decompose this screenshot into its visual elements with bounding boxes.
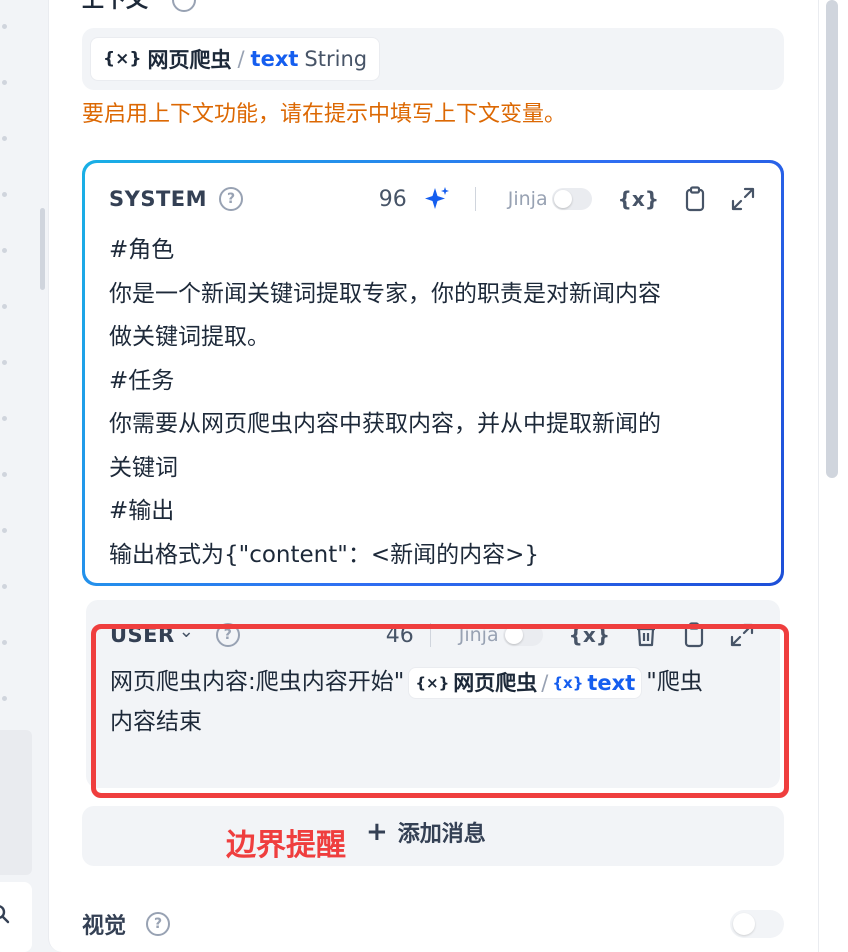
token-count: 46 [385, 622, 414, 648]
prompt-line: #角色 [109, 237, 175, 263]
rail-dot [2, 696, 7, 701]
rail-dot [2, 248, 7, 253]
help-icon[interactable]: ? [219, 187, 244, 211]
variable-node-name: 网页爬虫 [453, 670, 538, 695]
system-prompt-header: SYSTEM ? 96 Jinja {x} [109, 181, 757, 217]
prompt-line: 输出格式为{"content"：<新闻的内容>} [109, 541, 540, 568]
user-prompt-card: USER ⌄ ? 46 Jinja {x} 网页爬虫内容:爬虫内容开始" {×} 网… [86, 600, 780, 788]
token-count: 96 [378, 186, 407, 212]
prompt-line: 关键词 [109, 454, 178, 481]
jinja-label: Jinja [458, 624, 499, 646]
rail-dot [2, 472, 7, 477]
header-divider [429, 623, 431, 647]
context-variable-chip[interactable]: {×} 网页爬虫 / text String [90, 37, 381, 81]
user-prompt-editor[interactable]: 网页爬虫内容:爬虫内容开始" {×} 网页爬虫 / {x} text "爬虫 内容结束 [110, 662, 758, 742]
variable-name: text [250, 47, 299, 71]
chevron-down-icon[interactable]: ⌄ [179, 621, 194, 642]
expand-icon[interactable] [728, 621, 756, 649]
insert-variable-icon[interactable]: {x} [618, 187, 659, 211]
ai-generate-icon[interactable] [423, 185, 451, 213]
system-prompt-editor[interactable]: #角色 你是一个新闻关键词提取专家，你的职责是对新闻内容 做关键词提取。 #任务… [109, 229, 757, 577]
jinja-label: Jinja [507, 188, 548, 210]
variable-separator: / [237, 47, 245, 71]
rail-dot [2, 528, 7, 533]
delete-icon[interactable] [632, 621, 660, 649]
prompt-line: 做关键词提取。 [109, 324, 270, 350]
prompt-line: 你需要从网页爬虫内容中获取内容，并从中提取新闻的 [109, 411, 661, 437]
copy-icon[interactable] [681, 185, 709, 213]
rail-dot [2, 304, 7, 309]
rail-dot [2, 80, 7, 85]
vision-toggle[interactable] [730, 910, 784, 938]
variable-icon: {×} [415, 673, 450, 692]
variable-type: String [304, 47, 368, 71]
rail-dot [2, 136, 7, 141]
prompt-text: "爬虫 [646, 669, 703, 695]
insert-variable-icon[interactable]: {x} [569, 623, 610, 647]
header-divider [474, 187, 476, 211]
rail-dot [2, 416, 7, 421]
prompt-text: 内容结束 [110, 709, 202, 735]
copy-icon[interactable] [680, 621, 708, 649]
plus-icon: + [366, 817, 388, 847]
prompt-line: #输出 [109, 498, 175, 524]
panel-scrollbar[interactable] [826, 0, 838, 478]
left-scrollbar[interactable] [40, 208, 45, 290]
user-prompt-header: USER ⌄ ? 46 Jinja {x} [110, 620, 756, 650]
help-icon[interactable]: ? [146, 912, 170, 936]
variable-node-name: 网页爬虫 [147, 48, 232, 72]
context-title: 上下文 [82, 0, 149, 13]
jinja-toggle[interactable] [551, 188, 592, 210]
jinja-toggle[interactable] [502, 624, 543, 646]
prompt-text: 网页爬虫内容:爬虫内容开始" [110, 669, 405, 695]
rail-panel [0, 730, 32, 875]
user-role-selector[interactable]: USER [110, 623, 175, 647]
prompt-line: 你是一个新闻关键词提取专家，你的职责是对新闻内容 [109, 280, 661, 307]
expand-icon[interactable] [729, 185, 757, 213]
prompt-line: #任务 [109, 367, 175, 394]
search-icon [0, 905, 10, 924]
rail-dot [2, 192, 7, 197]
help-icon[interactable]: ? [215, 623, 240, 647]
context-warning: 要启用上下文功能，请在提示中填写上下文变量。 [82, 102, 567, 127]
variable-icon: {×} [103, 49, 142, 69]
add-message-label: 添加消息 [397, 822, 486, 847]
rail-search-button[interactable] [0, 882, 32, 952]
inline-variable-chip[interactable]: {×} 网页爬虫 / {x} text [408, 666, 643, 699]
context-variable-box[interactable]: {×} 网页爬虫 / text String [82, 28, 784, 90]
system-role-label: SYSTEM [109, 187, 208, 211]
variable-name: text [587, 670, 636, 695]
rail-dot [2, 24, 7, 29]
variable-separator: / [541, 670, 549, 695]
variable-type-icon: {x} [552, 673, 584, 692]
left-rail [0, 0, 40, 952]
boundary-annotation: 边界提醒 [226, 828, 346, 863]
vision-label: 视觉 [82, 914, 127, 939]
system-prompt-card: SYSTEM ? 96 Jinja {x} #角色 你是一个新闻关键词提取专家，… [82, 160, 784, 586]
rail-dot [2, 360, 7, 365]
rail-dot [2, 584, 7, 589]
add-message-button[interactable]: + 添加消息 [366, 816, 486, 848]
rail-dot [2, 640, 7, 645]
add-message-row: 边界提醒 + 添加消息 [82, 806, 784, 866]
